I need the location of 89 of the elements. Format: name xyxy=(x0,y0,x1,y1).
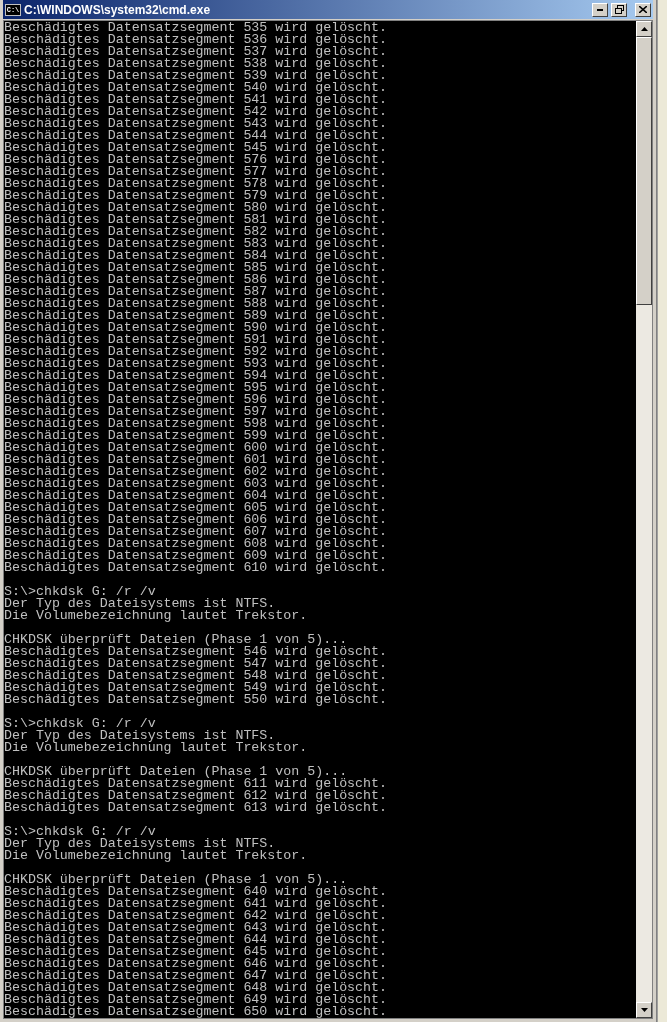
console-line: Beschädigtes Datensatzsegment 645 wird gelöscht. xyxy=(4,946,388,958)
console-line: Beschädigtes Datensatzsegment 610 wird gelöscht. xyxy=(4,562,388,574)
scroll-up-button[interactable] xyxy=(636,21,652,37)
console-line: Der Typ des Dateisystems ist NTFS. xyxy=(4,598,276,610)
console-line: Beschädigtes Datensatzsegment 577 wird gelöscht. xyxy=(4,166,388,178)
console-line: Beschädigtes Datensatzsegment 579 wird gelöscht. xyxy=(4,190,388,202)
console-line: Beschädigtes Datensatzsegment 594 wird gelöscht. xyxy=(4,370,388,382)
console-line: Die Volumebezeichnung lautet Trekstor. xyxy=(4,850,309,862)
console-line: Beschädigtes Datensatzsegment 640 wird gelöscht. xyxy=(4,886,388,898)
console-line: S:\>chkdsk G: /r /v xyxy=(4,718,156,730)
console-line: Beschädigtes Datensatzsegment 583 wird gelöscht. xyxy=(4,238,388,250)
console-line: Beschädigtes Datensatzsegment 641 wird gelöscht. xyxy=(4,898,388,910)
console-line: Beschädigtes Datensatzsegment 593 wird gelöscht. xyxy=(4,358,388,370)
console-line: Beschädigtes Datensatzsegment 586 wird gelöscht. xyxy=(4,274,388,286)
console-line: CHKDSK überprüft Dateien (Phase 1 von 5)... xyxy=(4,634,348,646)
console-line: Beschädigtes Datensatzsegment 605 wird gelöscht. xyxy=(4,502,388,514)
console-line: CHKDSK überprüft Dateien (Phase 1 von 5)... xyxy=(4,874,348,886)
console-line: Beschädigtes Datensatzsegment 595 wird gelöscht. xyxy=(4,382,388,394)
console-line: Beschädigtes Datensatzsegment 576 wird gelöscht. xyxy=(4,154,388,166)
console-line: Beschädigtes Datensatzsegment 598 wird gelöscht. xyxy=(4,418,388,430)
console-line: Beschädigtes Datensatzsegment 591 wird gelöscht. xyxy=(4,334,388,346)
window-title: C:\WINDOWS\system32\cmd.exe xyxy=(24,2,211,17)
console-line: Beschädigtes Datensatzsegment 535 wird gelöscht. xyxy=(4,22,388,34)
console-line: Beschädigtes Datensatzsegment 646 wird gelöscht. xyxy=(4,958,388,970)
console-line: Beschädigtes Datensatzsegment 597 wird gelöscht. xyxy=(4,406,388,418)
console-line: Beschädigtes Datensatzsegment 536 wird gelöscht. xyxy=(4,34,388,46)
console-line: Beschädigtes Datensatzsegment 609 wird gelöscht. xyxy=(4,550,388,562)
console-line: Beschädigtes Datensatzsegment 539 wird gelöscht. xyxy=(4,70,388,82)
restore-button[interactable] xyxy=(611,2,627,17)
close-button[interactable] xyxy=(635,2,651,17)
console-line: Beschädigtes Datensatzsegment 603 wird gelöscht. xyxy=(4,478,388,490)
console-line: S:\>chkdsk G: /r /v xyxy=(4,826,156,838)
console-line: Beschädigtes Datensatzsegment 599 wird gelöscht. xyxy=(4,430,388,442)
console-line: Beschädigtes Datensatzsegment 581 wird gelöscht. xyxy=(4,214,388,226)
scroll-thumb[interactable] xyxy=(636,37,652,305)
console-line: Beschädigtes Datensatzsegment 578 wird gelöscht. xyxy=(4,178,388,190)
console-line: Beschädigtes Datensatzsegment 648 wird gelöscht. xyxy=(4,982,388,994)
console-line: Beschädigtes Datensatzsegment 611 wird gelöscht. xyxy=(4,778,388,790)
console-line: Beschädigtes Datensatzsegment 600 wird gelöscht. xyxy=(4,442,388,454)
console-line: Beschädigtes Datensatzsegment 602 wird gelöscht. xyxy=(4,466,388,478)
console-line: Beschädigtes Datensatzsegment 606 wird gelöscht. xyxy=(4,514,388,526)
console-line: Die Volumebezeichnung lautet Trekstor. xyxy=(4,610,309,622)
console-line: Beschädigtes Datensatzsegment 644 wird gelöscht. xyxy=(4,934,388,946)
console-line: Beschädigtes Datensatzsegment 587 wird gelöscht. xyxy=(4,286,388,298)
console-line: Beschädigtes Datensatzsegment 647 wird gelöscht. xyxy=(4,970,388,982)
console-line: Beschädigtes Datensatzsegment 546 wird gelöscht. xyxy=(4,646,388,658)
console-line: Beschädigtes Datensatzsegment 549 wird gelöscht. xyxy=(4,682,388,694)
console-line: Beschädigtes Datensatzsegment 584 wird gelöscht. xyxy=(4,250,388,262)
console-line: Beschädigtes Datensatzsegment 596 wird gelöscht. xyxy=(4,394,388,406)
console-line: Der Typ des Dateisystems ist NTFS. xyxy=(4,730,276,742)
console-line: Beschädigtes Datensatzsegment 608 wird gelöscht. xyxy=(4,538,388,550)
up-arrow-icon xyxy=(640,27,648,31)
console-line: Beschädigtes Datensatzsegment 537 wird gelöscht. xyxy=(4,46,388,58)
console-line: Beschädigtes Datensatzsegment 545 wird gelöscht. xyxy=(4,142,388,154)
console-line: Beschädigtes Datensatzsegment 547 wird gelöscht. xyxy=(4,658,388,670)
down-arrow-icon xyxy=(640,1008,648,1012)
console-line: Beschädigtes Datensatzsegment 649 wird gelöscht. xyxy=(4,994,388,1006)
console-line: Beschädigtes Datensatzsegment 643 wird gelöscht. xyxy=(4,922,388,934)
console-line: Beschädigtes Datensatzsegment 607 wird gelöscht. xyxy=(4,526,388,538)
minimize-button[interactable] xyxy=(592,2,608,17)
restore-icon xyxy=(614,5,624,14)
console-line: Beschädigtes Datensatzsegment 580 wird gelöscht. xyxy=(4,202,388,214)
console-line: Beschädigtes Datensatzsegment 592 wird gelöscht. xyxy=(4,346,388,358)
console-line: Beschädigtes Datensatzsegment 650 wird gelöscht. xyxy=(4,1006,388,1018)
console-line: Beschädigtes Datensatzsegment 542 wird gelöscht. xyxy=(4,106,388,118)
console-line: Die Volumebezeichnung lautet Trekstor. xyxy=(4,742,309,754)
console-line: Beschädigtes Datensatzsegment 613 wird gelöscht. xyxy=(4,802,388,814)
console-line: Beschädigtes Datensatzsegment 541 wird gelöscht. xyxy=(4,94,388,106)
console-line: Beschädigtes Datensatzsegment 612 wird gelöscht. xyxy=(4,790,388,802)
scroll-down-button[interactable] xyxy=(636,1002,652,1018)
console-line: Beschädigtes Datensatzsegment 543 wird gelöscht. xyxy=(4,118,388,130)
minimize-icon xyxy=(597,8,603,11)
console-line: CHKDSK überprüft Dateien (Phase 1 von 5)... xyxy=(4,766,348,778)
close-icon xyxy=(639,6,647,13)
console-line: Beschädigtes Datensatzsegment 642 wird gelöscht. xyxy=(4,910,388,922)
console-line: Beschädigtes Datensatzsegment 588 wird gelöscht. xyxy=(4,298,388,310)
console-line: Beschädigtes Datensatzsegment 585 wird gelöscht. xyxy=(4,262,388,274)
console-line: Beschädigtes Datensatzsegment 538 wird gelöscht. xyxy=(4,58,388,70)
console-line: Beschädigtes Datensatzsegment 544 wird gelöscht. xyxy=(4,130,388,142)
console-line: Beschädigtes Datensatzsegment 582 wird gelöscht. xyxy=(4,226,388,238)
console-line: Beschädigtes Datensatzsegment 540 wird gelöscht. xyxy=(4,82,388,94)
console-line: Beschädigtes Datensatzsegment 601 wird gelöscht. xyxy=(4,454,388,466)
console-line: Beschädigtes Datensatzsegment 589 wird gelöscht. xyxy=(4,310,388,322)
console-line: Beschädigtes Datensatzsegment 548 wird gelöscht. xyxy=(4,670,388,682)
console-line: S:\>chkdsk G: /r /v xyxy=(4,586,156,598)
console-line: Beschädigtes Datensatzsegment 550 wird gelöscht. xyxy=(4,694,388,706)
console-line: Beschädigtes Datensatzsegment 590 wird gelöscht. xyxy=(4,322,388,334)
console-line: Beschädigtes Datensatzsegment 604 wird gelöscht. xyxy=(4,490,388,502)
console-line: Der Typ des Dateisystems ist NTFS. xyxy=(4,838,276,850)
